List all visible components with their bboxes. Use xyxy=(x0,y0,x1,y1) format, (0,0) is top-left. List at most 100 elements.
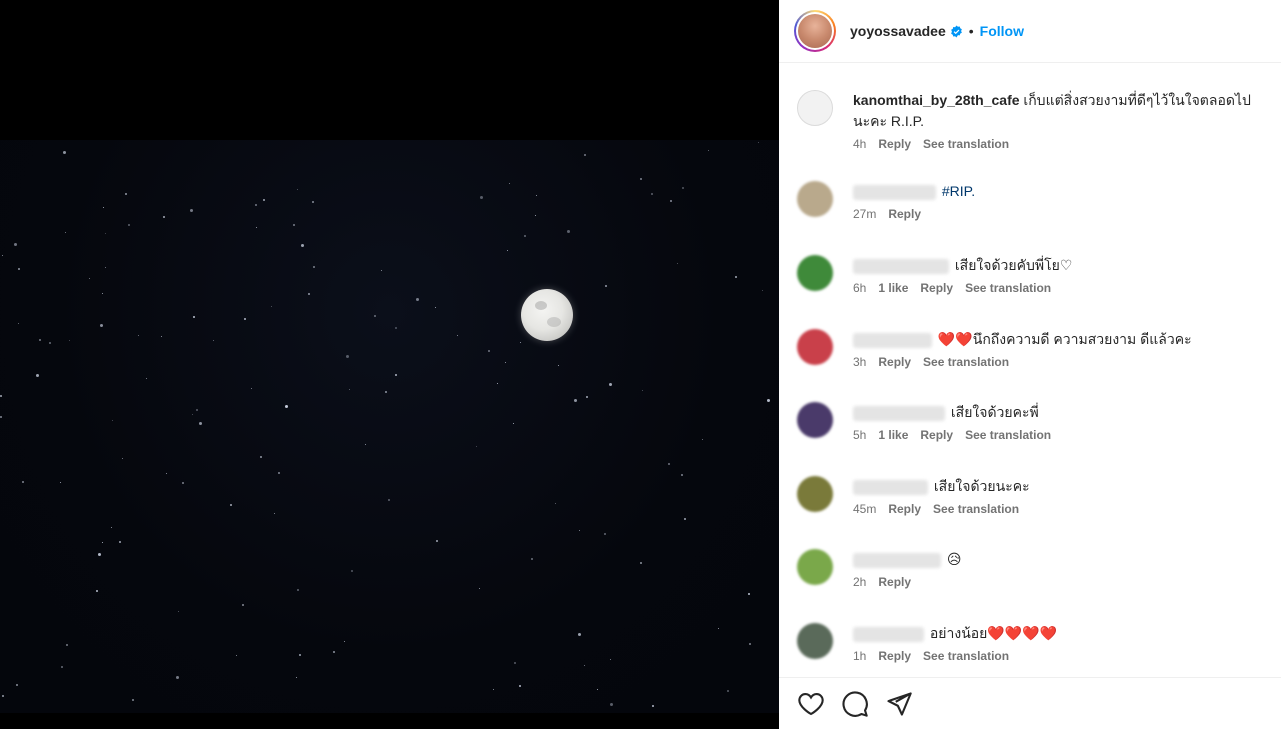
comment-icon[interactable] xyxy=(841,690,869,718)
comment-line: เสียใจด้วยคับพี่โย♡ xyxy=(853,255,1267,276)
star xyxy=(558,365,559,366)
star xyxy=(610,659,611,660)
comment-timestamp: 45m xyxy=(853,502,877,516)
star xyxy=(346,355,349,358)
star xyxy=(436,540,438,542)
star xyxy=(105,233,106,234)
star xyxy=(642,390,643,391)
star xyxy=(0,416,2,418)
comment-timestamp: 4h xyxy=(853,137,867,151)
star xyxy=(122,458,123,459)
star xyxy=(213,340,214,341)
commenter-avatar[interactable] xyxy=(797,181,833,217)
star xyxy=(255,204,257,206)
star xyxy=(89,278,90,279)
star xyxy=(132,699,134,701)
hashtag-link[interactable]: #RIP. xyxy=(942,183,975,199)
reply-button[interactable]: Reply xyxy=(888,207,921,221)
commenter-avatar[interactable] xyxy=(797,623,833,659)
commenter-username[interactable] xyxy=(853,552,941,568)
commenter-username[interactable] xyxy=(853,405,945,421)
commenter-avatar[interactable] xyxy=(797,476,833,512)
reply-button[interactable]: Reply xyxy=(878,575,911,589)
star xyxy=(128,224,130,226)
star xyxy=(236,655,237,656)
star xyxy=(163,216,165,218)
commenter-avatar[interactable] xyxy=(797,329,833,365)
reply-button[interactable]: Reply xyxy=(920,281,953,295)
star xyxy=(385,391,387,393)
star xyxy=(176,676,179,679)
share-icon[interactable] xyxy=(885,690,913,718)
comment-like-count[interactable]: 1 like xyxy=(878,281,908,295)
star xyxy=(60,482,61,483)
post-side-panel: yoyossavadee • Follow kanomthai_by_28th_… xyxy=(779,0,1281,729)
comments-list[interactable]: kanomthai_by_28th_cafe เก็บแต่สิ่งสวยงาม… xyxy=(779,64,1281,676)
commenter-username[interactable] xyxy=(853,626,924,642)
reply-button[interactable]: Reply xyxy=(920,428,953,442)
star xyxy=(230,504,232,506)
star xyxy=(651,193,653,195)
comment-timestamp: 5h xyxy=(853,428,867,442)
commenter-avatar[interactable] xyxy=(797,90,833,126)
see-translation-button[interactable]: See translation xyxy=(923,649,1009,663)
post-media[interactable] xyxy=(0,0,779,729)
comment-body: เสียใจด้วยคะพี่ 5h 1 like Reply See translat… xyxy=(853,402,1267,443)
star xyxy=(308,293,310,295)
star xyxy=(488,350,490,352)
comment-meta: 1h Reply See translation xyxy=(853,648,1267,664)
comment-line: อย่างน้อย❤️❤️❤️❤️ xyxy=(853,623,1267,644)
commenter-avatar[interactable] xyxy=(797,402,833,438)
see-translation-button[interactable]: See translation xyxy=(965,281,1051,295)
see-translation-button[interactable]: See translation xyxy=(965,428,1051,442)
commenter-username[interactable]: kanomthai_by_28th_cafe xyxy=(853,92,1020,108)
star xyxy=(65,232,66,233)
star xyxy=(480,196,483,199)
star xyxy=(182,482,184,484)
owner-avatar[interactable] xyxy=(794,10,836,52)
comment-like-count[interactable]: 1 like xyxy=(878,428,908,442)
comment-meta: 27m Reply xyxy=(853,206,1267,222)
star xyxy=(242,604,244,606)
star xyxy=(640,562,642,564)
commenter-username[interactable] xyxy=(853,258,949,274)
star xyxy=(263,199,265,201)
star xyxy=(640,178,642,180)
commenter-avatar[interactable] xyxy=(797,255,833,291)
star xyxy=(66,644,68,646)
star xyxy=(256,227,257,228)
commenter-username[interactable] xyxy=(853,479,928,495)
star xyxy=(112,420,113,421)
star xyxy=(22,481,24,483)
comment-text: เสียใจด้วยคะพี่ xyxy=(950,404,1039,420)
star xyxy=(365,444,366,445)
star xyxy=(102,293,103,294)
star xyxy=(69,340,70,341)
comment-meta: 4h Reply See translation xyxy=(853,136,1267,152)
reply-button[interactable]: Reply xyxy=(878,137,911,151)
commenter-username[interactable] xyxy=(853,184,936,200)
star xyxy=(18,323,19,324)
star xyxy=(297,189,298,190)
comment-timestamp: 3h xyxy=(853,355,867,369)
see-translation-button[interactable]: See translation xyxy=(923,355,1009,369)
comment-line: #RIP. xyxy=(853,181,1267,202)
commenter-username[interactable] xyxy=(853,332,932,348)
see-translation-button[interactable]: See translation xyxy=(923,137,1009,151)
star xyxy=(605,285,607,287)
reply-button[interactable]: Reply xyxy=(878,355,911,369)
star xyxy=(604,533,606,535)
star xyxy=(192,414,193,415)
star xyxy=(296,677,297,678)
reply-button[interactable]: Reply xyxy=(878,649,911,663)
heart-icon[interactable] xyxy=(797,690,825,718)
star xyxy=(749,643,751,645)
see-translation-button[interactable]: See translation xyxy=(933,502,1019,516)
star xyxy=(584,154,586,156)
star xyxy=(509,183,510,184)
reply-button[interactable]: Reply xyxy=(888,502,921,516)
commenter-avatar[interactable] xyxy=(797,549,833,585)
owner-username[interactable]: yoyossavadee xyxy=(850,23,946,39)
comment-body: 😥 2h Reply xyxy=(853,549,1267,590)
follow-button[interactable]: Follow xyxy=(980,23,1024,39)
